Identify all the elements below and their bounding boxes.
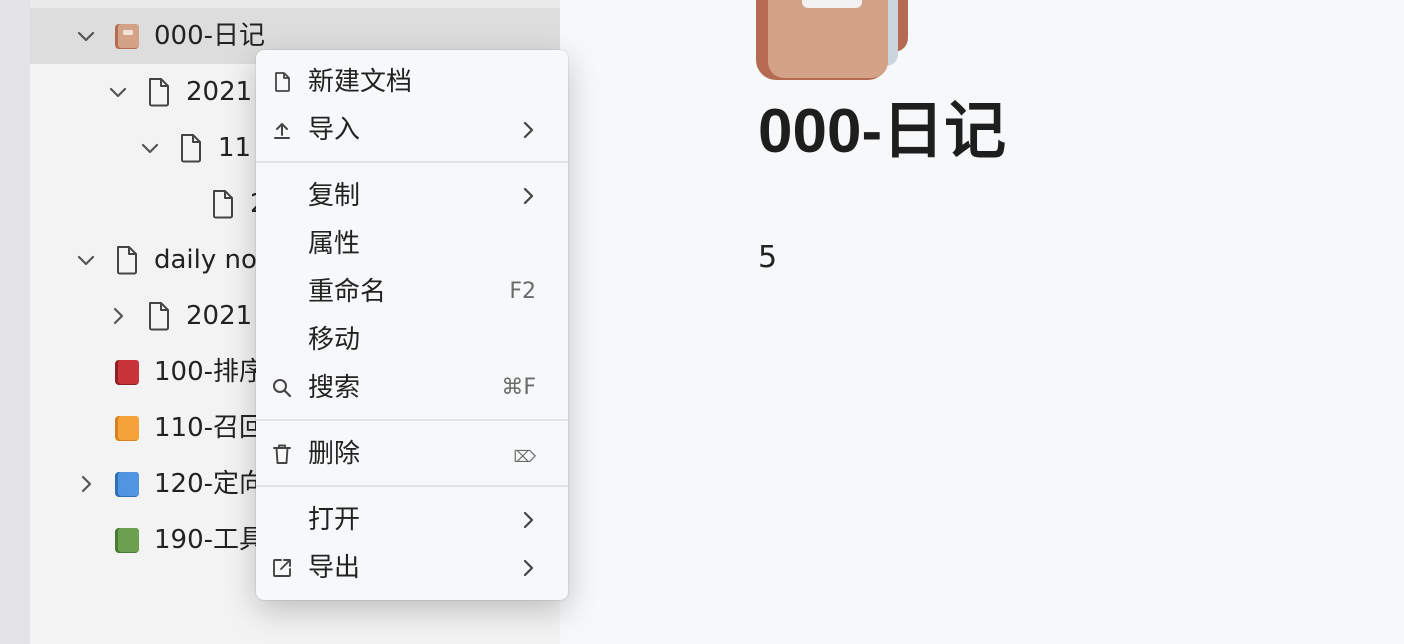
tree-item-label: 2021 xyxy=(186,301,253,331)
menu-item-label: 导入 xyxy=(308,115,361,145)
menu-item-label: 删除 xyxy=(308,439,361,469)
document-icon xyxy=(149,78,169,107)
diary-book-icon xyxy=(756,0,908,80)
orange-book-icon xyxy=(115,416,139,441)
menu-item-new-document[interactable]: 新建文档 xyxy=(256,58,568,106)
menu-item-import[interactable]: 导入 xyxy=(256,106,568,154)
chevron-right-icon xyxy=(523,559,534,577)
context-menu: 新建文档 导入 复制 属性 重命名 F2 移动 搜索 ⌘F 删除 ⌦ 打开 导出 xyxy=(256,50,568,600)
menu-item-search[interactable]: 搜索 ⌘F xyxy=(256,364,568,412)
page-title[interactable]: 000-日记 xyxy=(758,96,1006,168)
search-icon xyxy=(273,379,292,398)
menu-item-label: 重命名 xyxy=(308,277,387,307)
menu-item-label: 新建文档 xyxy=(308,67,413,97)
tree-item-label: 11 xyxy=(218,133,252,163)
tree-item-label: 2021 xyxy=(186,77,253,107)
chevron-right-icon[interactable] xyxy=(76,474,96,494)
chevron-down-icon[interactable] xyxy=(108,82,128,102)
document-icon xyxy=(117,246,137,275)
menu-item-rename[interactable]: 重命名 F2 xyxy=(256,268,568,316)
red-book-icon xyxy=(115,360,139,385)
trash-icon xyxy=(273,444,291,464)
document-icon xyxy=(213,190,233,219)
menu-item-label: 搜索 xyxy=(308,373,361,403)
export-icon xyxy=(273,559,291,577)
green-book-icon xyxy=(115,528,139,553)
window-edge xyxy=(0,0,30,644)
menu-item-label: 导出 xyxy=(308,553,361,583)
menu-item-export[interactable]: 导出 xyxy=(256,544,568,592)
menu-separator xyxy=(256,161,568,163)
blue-book-icon xyxy=(115,472,139,497)
chevron-right-icon xyxy=(523,121,534,139)
menu-item-label: 移动 xyxy=(308,325,361,355)
menu-item-copy[interactable]: 复制 xyxy=(256,172,568,220)
chevron-down-icon[interactable] xyxy=(76,250,96,270)
tree-item-label: 120-定向 xyxy=(154,469,266,499)
menu-item-label: 打开 xyxy=(308,505,361,535)
import-icon xyxy=(274,123,290,139)
tree-item-label: daily not xyxy=(154,245,268,275)
document-icon xyxy=(181,134,201,163)
menu-item-label: 复制 xyxy=(308,181,361,211)
tree-item-label: 000-日记 xyxy=(154,21,266,51)
menu-item-label: 属性 xyxy=(308,229,361,259)
tree-item-label: 100-排序 xyxy=(154,357,266,387)
shortcut-label: ⌦ xyxy=(513,447,536,466)
menu-item-open[interactable]: 打开 xyxy=(256,496,568,544)
shortcut-label: ⌘F xyxy=(501,375,536,400)
chevron-down-icon[interactable] xyxy=(140,138,160,158)
chevron-right-icon xyxy=(523,187,534,205)
menu-separator xyxy=(256,419,568,421)
shortcut-label: F2 xyxy=(509,279,536,304)
main-editor: 000-日记 5 xyxy=(560,0,1404,644)
menu-item-move[interactable]: 移动 xyxy=(256,316,568,364)
menu-item-attributes[interactable]: 属性 xyxy=(256,220,568,268)
chevron-down-icon[interactable] xyxy=(76,26,96,46)
chevron-right-icon xyxy=(523,511,534,529)
tree-item-label: 190-工具 xyxy=(154,525,266,555)
chevron-right-icon[interactable] xyxy=(108,306,128,326)
document-content[interactable]: 5 xyxy=(758,240,777,276)
menu-item-delete[interactable]: 删除 ⌦ xyxy=(256,430,568,478)
new-document-icon xyxy=(275,72,290,92)
document-icon xyxy=(149,302,169,331)
menu-separator xyxy=(256,485,568,487)
diary-book-icon xyxy=(115,24,139,49)
tree-item-label: 110-召回 xyxy=(154,413,266,443)
sidebar-top-band xyxy=(30,0,560,8)
